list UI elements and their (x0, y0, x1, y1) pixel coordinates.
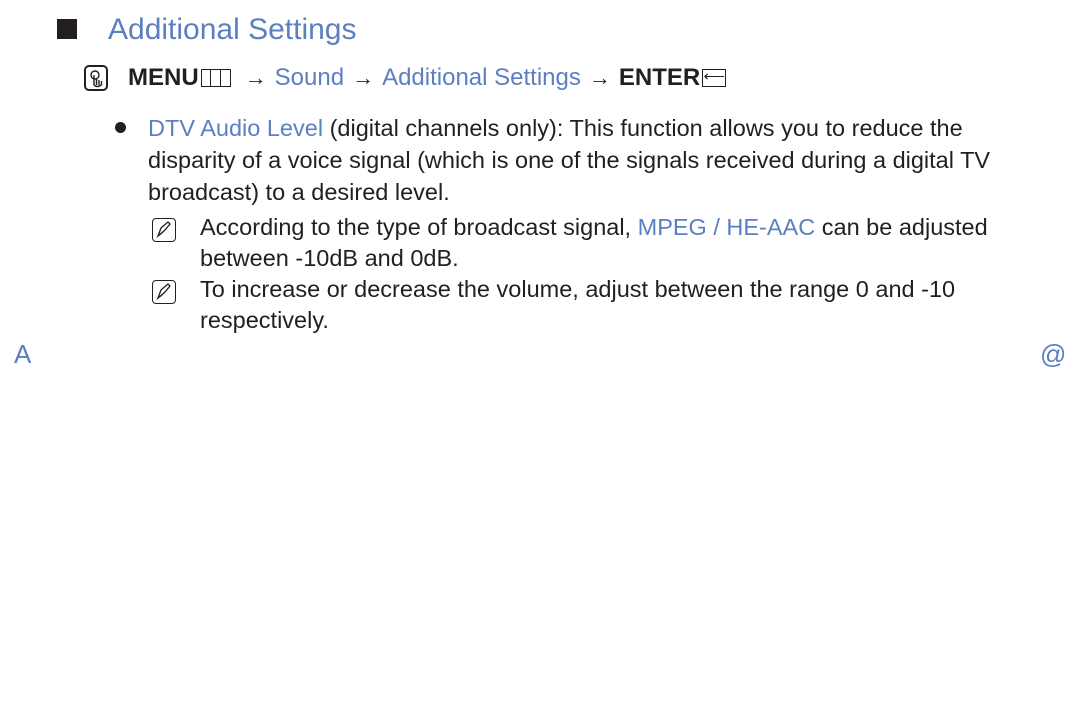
menu-grid-icon (200, 69, 231, 87)
footer-right-glyph: @ (1040, 339, 1067, 369)
term-dtv-audio-level: DTV Audio Level (148, 115, 324, 141)
note-volume-range: To increase or decrease the volume, adju… (200, 276, 956, 333)
bullet-icon (115, 122, 126, 133)
remote-hand-icon (84, 65, 108, 91)
menu-label: MENU (128, 64, 199, 91)
footer-left-glyph: A (14, 339, 32, 369)
note-text-before: According to the type of broadcast signa… (200, 214, 638, 240)
menu-path: MENU → Sound → Additional Settings → ENT… (84, 62, 727, 94)
arrow-icon: → (244, 65, 267, 90)
enter-icon: ⟵ (702, 68, 727, 87)
enter-label: ENTER (618, 64, 701, 91)
note-icon (152, 218, 176, 242)
term-mpeg-he-aac: MPEG / HE-AAC (637, 214, 816, 240)
section-title: Additional Settings (108, 13, 357, 46)
dtv-audio-level-description: DTV Audio Level (digital channels only):… (148, 112, 1008, 208)
path-step-sound: Sound (274, 64, 345, 91)
note-icon (152, 280, 176, 304)
heading-square-icon (57, 19, 77, 39)
path-step-additional-settings: Additional Settings (382, 64, 581, 91)
arrow-icon: → (588, 65, 611, 90)
note-mpeg-range: According to the type of broadcast signa… (200, 212, 1040, 274)
arrow-icon: → (352, 65, 375, 90)
